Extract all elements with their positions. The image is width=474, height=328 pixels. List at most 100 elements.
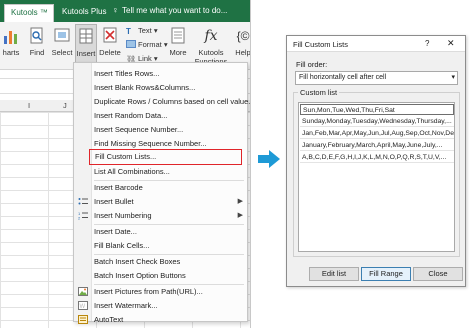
help-button[interactable]: {© Help	[232, 24, 251, 66]
more-icon	[171, 27, 185, 44]
fill-range-button[interactable]: Fill Range	[361, 267, 411, 281]
find-icon	[30, 27, 43, 44]
numbered-list-icon: 12	[78, 211, 88, 220]
menu-item-fill-custom-lists[interactable]: Fill Custom Lists...	[89, 149, 242, 165]
menu-item-insert-pictures-from-path[interactable]: Insert Pictures from Path(URL)...	[74, 285, 247, 298]
submenu-arrow-icon: ▶	[237, 198, 243, 205]
menu-item-label: List All Combinations...	[94, 167, 170, 176]
menu-item-insert-numbering[interactable]: 12 Insert Numbering ▶	[74, 209, 247, 222]
custom-list-item[interactable]: January,February,March,April,May,June,Ju…	[300, 140, 454, 151]
find-button[interactable]: Find	[26, 24, 48, 66]
close-button[interactable]: Close	[413, 267, 463, 281]
help-label: Help	[235, 48, 251, 57]
menu-item-duplicate-rows-columns[interactable]: Duplicate Rows / Columns based on cell v…	[74, 95, 250, 108]
menu-item-label: Insert Sequence Number...	[94, 125, 184, 134]
close-icon[interactable]: ✕	[447, 38, 455, 49]
tell-me-text: Tell me what you want to do...	[122, 6, 228, 15]
menu-item-autotext[interactable]: AutoText	[74, 313, 247, 326]
menu-item-label: Fill Blank Cells...	[94, 241, 150, 250]
menu-item-fill-blank-cells[interactable]: Fill Blank Cells...	[74, 239, 247, 252]
menu-item-insert-date[interactable]: Insert Date...	[74, 225, 247, 238]
menu-item-insert-titles-rows[interactable]: Insert Titles Rows...	[74, 67, 247, 80]
menu-item-insert-watermark[interactable]: W Insert Watermark...	[74, 299, 247, 312]
edit-list-button[interactable]: Edit list	[309, 267, 359, 281]
svg-text:W: W	[80, 304, 86, 310]
fx-icon: fx	[204, 28, 218, 44]
charts-label: harts	[2, 48, 20, 57]
watermark-icon: W	[78, 301, 88, 310]
find-label: Find	[29, 48, 45, 57]
select-icon	[54, 28, 70, 42]
menu-item-label: Batch Insert Option Buttons	[94, 271, 186, 280]
bullet-list-icon	[78, 198, 88, 205]
kutools-functions-button[interactable]: fx Kutools Functions	[193, 24, 229, 66]
lightbulb-icon: ♀	[112, 5, 119, 15]
menu-item-label: Insert Pictures from Path(URL)...	[94, 287, 203, 296]
more-button[interactable]: More	[166, 24, 190, 66]
fill-custom-lists-dialog: Fill Custom Lists ? ✕ Fill order: Fill h…	[286, 35, 466, 287]
charts-button[interactable]: harts	[0, 24, 22, 66]
right-arrow-icon	[258, 150, 280, 168]
menu-item-label: Find Missing Sequence Number...	[94, 139, 207, 148]
autotext-icon	[78, 315, 88, 324]
custom-list-item[interactable]: Sun,Mon,Tue,Wed,Thu,Fri,Sat	[300, 104, 454, 115]
dialog-title-bar[interactable]: Fill Custom Lists ? ✕	[287, 36, 465, 52]
menu-item-batch-insert-option-buttons[interactable]: Batch Insert Option Buttons	[74, 269, 247, 282]
menu-item-list-all-combinations[interactable]: List All Combinations...	[74, 165, 247, 178]
menu-item-insert-random-data[interactable]: Insert Random Data...	[74, 109, 247, 122]
format-label: Format	[138, 40, 162, 49]
menu-item-insert-blank-rows-columns[interactable]: Insert Blank Rows&Columns...	[74, 81, 247, 94]
select-button[interactable]: Select	[50, 24, 74, 66]
ribbon-tab-bar: Kutools ™ Kutools Plus ♀ Tell me what you…	[0, 0, 250, 22]
braces-icon: {©	[236, 29, 250, 43]
fill-order-label: Fill order:	[296, 60, 328, 69]
fill-order-select[interactable]: Fill horizontally cell after cell ▾	[295, 71, 458, 85]
delete-label: Delete	[99, 48, 121, 57]
custom-list-item[interactable]: Sunday,Monday,Tuesday,Wednesday,Thursday…	[300, 116, 454, 127]
tab-kutools[interactable]: Kutools ™	[4, 4, 54, 22]
select-label: Select	[51, 48, 73, 57]
delete-button[interactable]: Delete	[98, 24, 122, 66]
menu-item-insert-sequence-number[interactable]: Insert Sequence Number...	[74, 123, 247, 136]
menu-item-label: AutoText	[94, 315, 124, 324]
dialog-title: Fill Custom Lists	[293, 40, 349, 49]
menu-item-label: Insert Random Data...	[94, 111, 168, 120]
menu-item-label: Insert Watermark...	[94, 301, 158, 310]
chevron-down-icon: ▾	[451, 74, 455, 81]
more-label: More	[169, 48, 187, 57]
menu-item-label: Insert Titles Rows...	[94, 69, 160, 78]
chart-icon	[4, 31, 17, 44]
menu-item-label: Insert Bullet	[94, 197, 134, 206]
format-icon	[126, 40, 136, 48]
fill-order-value: Fill horizontally cell after cell	[299, 74, 387, 81]
column-header-j[interactable]: J	[63, 101, 67, 110]
menu-item-label: Duplicate Rows / Columns based on cell v…	[94, 97, 251, 106]
menu-item-batch-insert-check-boxes[interactable]: Batch Insert Check Boxes	[74, 255, 247, 268]
menu-item-label: Batch Insert Check Boxes	[94, 257, 181, 266]
menu-item-insert-barcode[interactable]: Insert Barcode	[74, 181, 247, 194]
insert-label: Insert	[76, 49, 96, 58]
text-button[interactable]: T Text ▾	[126, 26, 158, 38]
submenu-arrow-icon: ▶	[237, 212, 243, 219]
tell-me-search[interactable]: ♀ Tell me what you want to do...	[112, 5, 227, 15]
custom-list-item[interactable]: Jan,Feb,Mar,Apr,May,Jun,Jul,Aug,Sep,Oct,…	[300, 128, 454, 139]
insert-button[interactable]: Insert	[75, 24, 97, 66]
text-icon: T	[126, 27, 131, 36]
format-button[interactable]: Format ▾	[126, 40, 168, 52]
column-header-i[interactable]: I	[28, 101, 30, 110]
menu-item-label: Insert Blank Rows&Columns...	[94, 83, 196, 92]
menu-item-label: Insert Date...	[94, 227, 137, 236]
menu-item-label: Fill Custom Lists...	[95, 152, 157, 161]
custom-list-label: Custom list	[298, 88, 340, 97]
svg-text:2: 2	[78, 216, 81, 221]
help-icon[interactable]: ?	[425, 39, 429, 48]
picture-icon	[78, 287, 88, 296]
menu-item-label: Insert Barcode	[94, 183, 143, 192]
tab-kutools-plus[interactable]: Kutools Plus	[56, 4, 112, 22]
menu-item-insert-bullet[interactable]: Insert Bullet ▶	[74, 195, 247, 208]
insert-dropdown-menu: Insert Titles Rows... Insert Blank Rows&…	[73, 62, 250, 324]
custom-list-listbox[interactable]: Sun,Mon,Tue,Wed,Thu,Fri,Sat Sunday,Monda…	[298, 102, 455, 252]
custom-list-item[interactable]: A,B,C,D,E,F,G,H,I,J,K,L,M,N,O,P,Q,R,S,T,…	[300, 152, 454, 163]
text-label: Text	[138, 26, 152, 35]
insert-icon	[79, 28, 93, 44]
